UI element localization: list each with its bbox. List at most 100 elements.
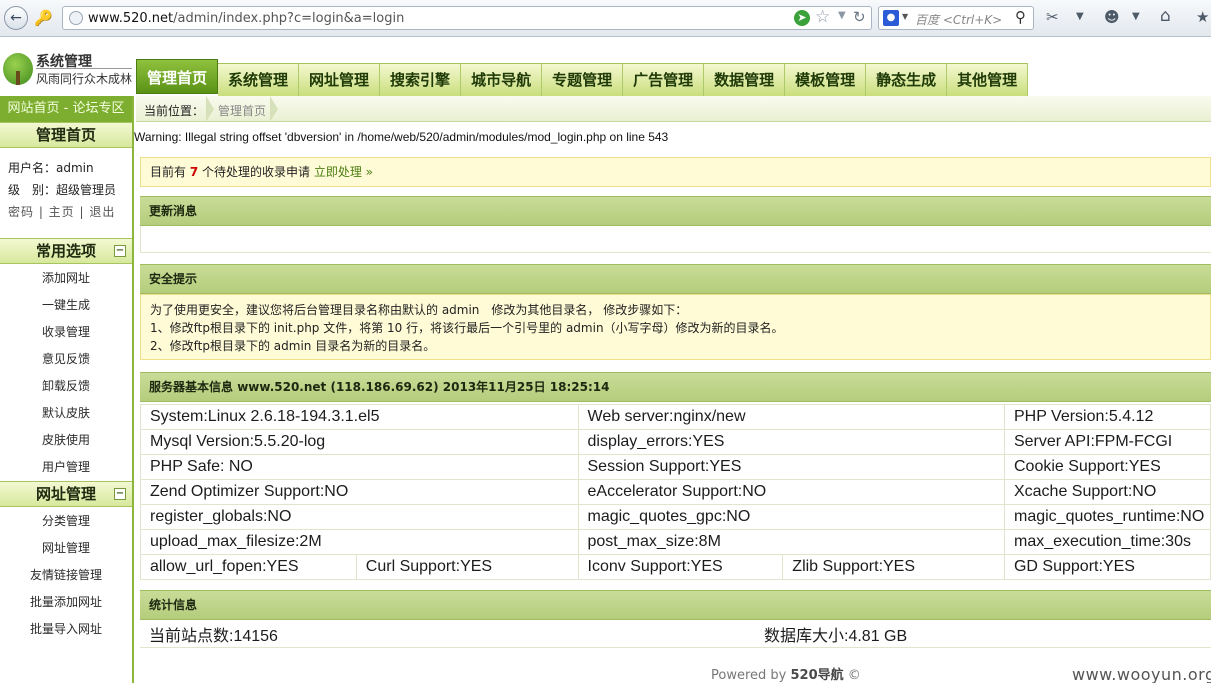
tab-city-nav[interactable]: 城市导航 [461,63,543,96]
sidebar: 网站首页 - 论坛专区 管理首页 用户名：admin 级 别：超级管理员 密码 … [0,96,134,683]
table-cell: Mysql Version:5.5.20-log [140,429,579,455]
breadcrumb-label: 当前位置： [144,104,205,118]
security-line-1: 为了使用更安全，建议您将后台管理目录名称由默认的 admin 修改为其他目录名，… [150,303,688,317]
sidebar-item-users[interactable]: 用户管理 [0,454,132,481]
chevron-down-icon[interactable]: ▼ [838,10,846,21]
table-cell: display_errors:YES [577,429,1005,455]
logo: 系统管理 风雨同行众木成林 [0,49,134,91]
notice-prefix: 目前有 [150,165,190,179]
back-arrow-icon[interactable]: ← [4,6,28,30]
tab-topics[interactable]: 专题管理 [542,63,624,96]
table-row: register_globals:NO magic_quotes_gpc:NO ma… [140,504,1211,530]
db-size: 数据库大小:4.81 GB [755,621,1211,648]
user-info: 用户名：admin 级 别：超级管理员 密码 | 主页 | 退出 [0,148,132,238]
sidebar-home-title: 管理首页 [0,122,132,148]
table-cell: Server API:FPM-FCGI [1003,429,1211,455]
php-warning: Warning: Illegal string offset 'dbversio… [134,130,669,144]
table-row: PHP Safe: NO Session Support:YES Cookie Su… [140,454,1211,480]
server-info-table: System:Linux 2.6.18-194.3.1.el5 Web serve… [140,404,1211,580]
tab-home[interactable]: 管理首页 [136,59,219,94]
sidebar-item-url-manage[interactable]: 网址管理 [0,535,132,562]
security-line-2: 1、修改ftp根目录下的 init.php 文件，将第 10 行，将该行最后一个… [150,321,784,335]
sidebar-top-link[interactable]: 网站首页 - 论坛专区 [0,96,132,122]
table-cell: upload_max_filesize:2M [140,529,579,555]
table-row: System:Linux 2.6.18-194.3.1.el5 Web serve… [140,404,1211,430]
addon-face-icon[interactable]: ☻ [1104,8,1120,26]
table-row: upload_max_filesize:2M post_max_size:8M ma… [140,529,1211,555]
user-links[interactable]: 密码 | 主页 | 退出 [8,201,132,223]
footer-suffix: © [843,668,861,683]
table-cell: max_execution_time:30s [1003,529,1211,555]
sidebar-item-default-skin[interactable]: 默认皮肤 [0,400,132,427]
footer-brand[interactable]: 520导航 [790,668,843,683]
watermark: www.wooyun.org [1072,665,1211,683]
sidebar-item-feedback[interactable]: 意见反馈 [0,346,132,373]
table-cell: post_max_size:8M [577,529,1005,555]
tab-other[interactable]: 其他管理 [947,63,1029,96]
screenshot-icon[interactable]: ✂ [1046,8,1059,26]
tab-urls[interactable]: 网址管理 [299,63,381,96]
baidu-paw-icon[interactable]: ● [883,10,899,26]
table-row: Zend Optimizer Support:NO eAccelerator Su… [140,479,1211,505]
table-cell: Zend Optimizer Support:NO [140,479,579,505]
tab-data[interactable]: 数据管理 [704,63,786,96]
table-cell: allow_url_fopen:YES [140,554,357,580]
stats-header: 统计信息 [140,590,1211,620]
process-now-link[interactable]: 立即处理 » [314,165,373,179]
go-arrow-icon[interactable]: ➤ [794,10,810,26]
section-title: 网址管理 [35,485,96,503]
breadcrumb-current[interactable]: 管理首页 [218,102,266,119]
table-cell: Cookie Support:YES [1003,454,1211,480]
table-cell: PHP Version:5.4.12 [1003,404,1211,430]
tab-ads[interactable]: 广告管理 [623,63,705,96]
sidebar-item-friend-links[interactable]: 友情链接管理 [0,562,132,589]
address-bar[interactable]: www.520.net/admin/index.php?c=login&a=lo… [62,6,872,30]
news-header: 更新消息 [140,196,1211,226]
sidebar-item-batch-add[interactable]: 批量添加网址 [0,589,132,616]
table-cell: System:Linux 2.6.18-194.3.1.el5 [140,404,579,430]
chevron-down-icon[interactable]: ▼ [1076,11,1084,22]
server-info-title: 服务器基本信息 [149,380,234,394]
tab-search-engines[interactable]: 搜索引擎 [380,63,462,96]
table-cell: register_globals:NO [140,504,579,530]
sidebar-item-uninstall-feedback[interactable]: 卸载反馈 [0,373,132,400]
table-cell: Zlib Support:YES [782,554,1005,580]
security-line-3: 2、修改ftp根目录下的 admin 目录名为新的目录名。 [150,339,436,353]
tab-static[interactable]: 静态生成 [866,63,948,96]
reload-icon[interactable]: ↻ [853,8,866,26]
sidebar-item-batch-import[interactable]: 批量导入网址 [0,616,132,643]
bookmarks-icon[interactable]: ★ [1196,8,1209,26]
tab-system[interactable]: 系统管理 [218,63,300,96]
table-cell: Iconv Support:YES [577,554,784,580]
browser-toolbar: ← 🔑 www.520.net/admin/index.php?c=login&… [0,0,1211,37]
collapse-icon[interactable]: − [114,488,126,500]
chevron-down-icon[interactable]: ▼ [1132,11,1140,22]
key-icon: 🔑 [34,9,53,27]
sidebar-section-common[interactable]: 常用选项 − [0,238,132,264]
search-box[interactable]: ● ▼ 百度 <Ctrl+K> ⚲ [878,6,1034,30]
breadcrumb-separator [206,96,214,122]
sidebar-section-urls[interactable]: 网址管理 − [0,481,132,507]
bookmark-star-icon[interactable]: ☆ [815,7,830,27]
breadcrumb: 当前位置： 管理首页 [136,96,1211,122]
collapse-icon[interactable]: − [114,245,126,257]
sidebar-item-skin-usage[interactable]: 皮肤使用 [0,427,132,454]
sidebar-item-submissions[interactable]: 收录管理 [0,319,132,346]
address-url[interactable]: www.520.net/admin/index.php?c=login&a=lo… [88,11,404,26]
admin-header: 系统管理 风雨同行众木成林 管理首页 系统管理 网址管理 搜索引擎 城市导航 专… [0,37,1211,96]
user-level: 级 别：超级管理员 [8,183,117,197]
home-icon[interactable]: ⌂ [1160,6,1171,26]
sidebar-item-generate[interactable]: 一键生成 [0,292,132,319]
chevron-down-icon[interactable]: ▼ [902,12,908,21]
footer: Powered by 520导航 © [711,664,861,683]
url-path: /admin/index.php?c=login&a=login [173,11,405,26]
username: 用户名：admin [8,161,94,175]
search-input[interactable]: 百度 <Ctrl+K> [915,11,1002,28]
url-options-list: 分类管理 网址管理 友情链接管理 批量添加网址 批量导入网址 [0,507,132,643]
sidebar-item-categories[interactable]: 分类管理 [0,508,132,535]
table-row: 当前站点数:14156 数据库大小:4.81 GB [140,621,1211,648]
tab-templates[interactable]: 模板管理 [785,63,867,96]
sidebar-item-add-url[interactable]: 添加网址 [0,265,132,292]
search-icon[interactable]: ⚲ [1015,8,1026,26]
table-cell: Curl Support:YES [355,554,579,580]
